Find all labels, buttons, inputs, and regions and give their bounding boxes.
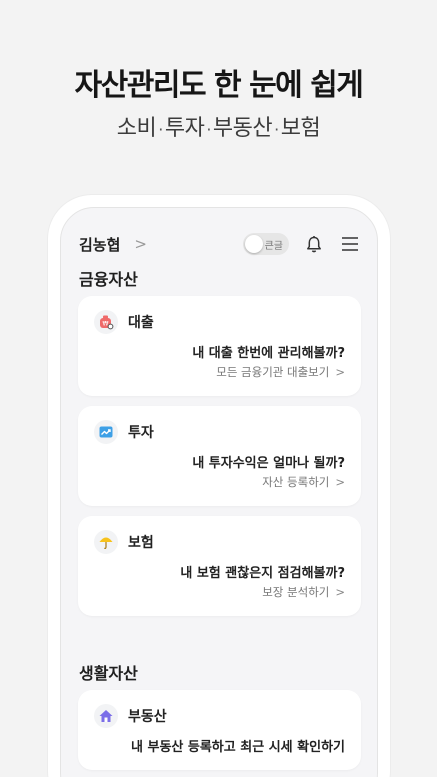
menu-icon[interactable] [339, 233, 361, 255]
hero-title: 자산관리도 한 눈에 쉽게 [74, 68, 364, 103]
link-label: 보장 분석하기 [262, 585, 330, 599]
card-name: 대출 [128, 315, 154, 331]
card-header: ₩ 대출 [94, 310, 154, 334]
chevron-right-icon: > [335, 475, 345, 489]
insurance-card[interactable]: 보험 내 보험 괜찮은지 점검해볼까? 보장 분석하기 > [78, 516, 361, 616]
section-title-living: 생활자산 [79, 664, 138, 683]
hero-subtitle: 소비 ·투자 ·부동산 ·보험 [0, 110, 437, 142]
card-message: 내 보험 괜찮은지 점검해볼까? [180, 566, 345, 581]
loan-card[interactable]: ₩ 대출 내 대출 한번에 관리해볼까? 모든 금융기관 대출보기 > [78, 296, 361, 396]
card-name: 보험 [128, 535, 154, 551]
chart-up-icon [94, 420, 118, 444]
loan-icon: ₩ [94, 310, 118, 334]
umbrella-icon [94, 530, 118, 554]
subtitle-item-insurance: 보험 [280, 116, 321, 141]
link-label: 자산 등록하기 [262, 475, 330, 489]
card-header: 투자 [94, 420, 154, 444]
bell-icon[interactable] [303, 233, 325, 255]
coverage-analysis-link[interactable]: 보장 분석하기 > [262, 584, 345, 600]
card-message: 내 부동산 등록하고 최근 시세 확인하기 [131, 740, 345, 755]
separator: · [274, 120, 279, 139]
app-screen: 김농협 > 큰글 금융자산 ₩ 대출 내 대출 한번에 관리해볼까? 모든 금융… [60, 207, 378, 777]
card-header: 부동산 [94, 704, 167, 728]
chevron-right-icon[interactable]: > [134, 235, 147, 253]
investment-card[interactable]: 투자 내 투자수익은 얼마나 될까? 자산 등록하기 > [78, 406, 361, 506]
subtitle-item-investment: 투자 [164, 116, 205, 141]
subtitle-item-spending: 소비 [116, 116, 157, 141]
separator: · [158, 120, 163, 139]
top-bar: 김농협 > 큰글 [79, 232, 361, 256]
user-name[interactable]: 김농협 [79, 234, 120, 255]
chevron-right-icon: > [335, 585, 345, 599]
card-message: 내 대출 한번에 관리해볼까? [192, 346, 345, 361]
section-title-financial: 금융자산 [79, 270, 138, 289]
toggle-knob [245, 235, 263, 253]
toggle-label: 큰글 [264, 240, 283, 252]
large-text-toggle[interactable]: 큰글 [243, 233, 289, 255]
card-name: 투자 [128, 425, 154, 441]
view-all-loans-link[interactable]: 모든 금융기관 대출보기 > [216, 364, 345, 380]
chevron-right-icon: > [335, 365, 345, 379]
card-header: 보험 [94, 530, 154, 554]
realestate-card[interactable]: 부동산 내 부동산 등록하고 최근 시세 확인하기 [78, 690, 361, 770]
register-asset-link[interactable]: 자산 등록하기 > [262, 474, 345, 490]
separator: · [206, 120, 211, 139]
house-icon [94, 704, 118, 728]
card-message: 내 투자수익은 얼마나 될까? [192, 456, 345, 471]
card-name: 부동산 [128, 709, 167, 725]
subtitle-item-realestate: 부동산 [212, 116, 273, 141]
link-label: 모든 금융기관 대출보기 [216, 365, 330, 379]
